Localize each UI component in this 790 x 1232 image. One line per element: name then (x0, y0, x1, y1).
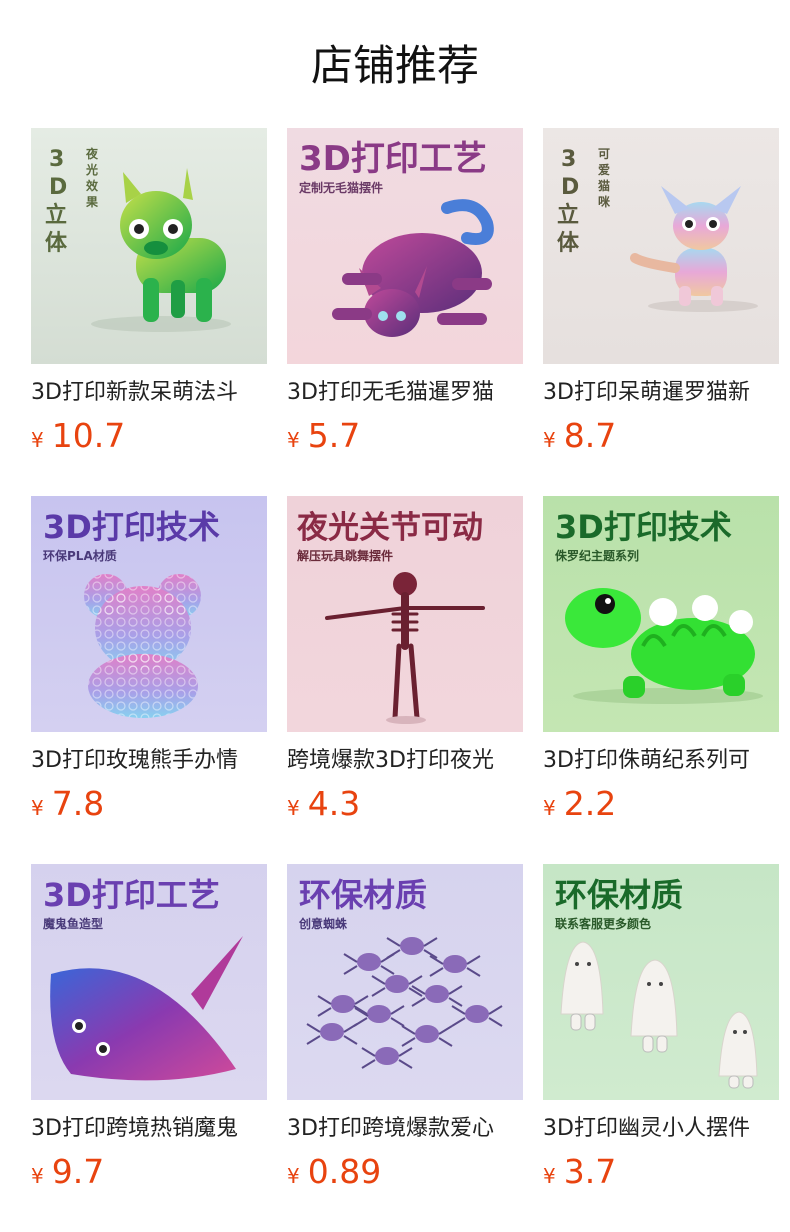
svg-text:光: 光 (85, 162, 98, 177)
product-image[interactable]: 夜光关节可动 解压玩具跳舞摆件 (287, 496, 523, 732)
product-price: ¥8.7 (543, 416, 616, 456)
svg-text:环保材质: 环保材质 (555, 876, 683, 914)
product-name[interactable]: 3D打印新款呆萌法斗 (31, 376, 267, 410)
svg-text:D: D (561, 175, 579, 200)
svg-text:3D打印工艺: 3D打印工艺 (43, 876, 220, 914)
price-value: 2.2 (563, 784, 617, 823)
svg-text:3D打印技术: 3D打印技术 (555, 508, 732, 546)
currency-symbol: ¥ (31, 428, 44, 452)
price-value: 4.3 (307, 784, 361, 823)
svg-text:侏罗纪主题系列: 侏罗纪主题系列 (555, 548, 639, 563)
currency-symbol: ¥ (543, 428, 556, 452)
product-image[interactable]: 环保材质 联系客服更多颜色 (543, 864, 779, 1100)
product-image[interactable]: 3 D 立 体 可 爱 猫 咪 (543, 128, 779, 364)
product-image[interactable]: 3D打印技术 侏罗纪主题系列 (543, 496, 779, 732)
price-value: 5.7 (307, 416, 361, 455)
product-card[interactable]: 3 D 立 体 夜 光 效 果 3D打印新款呆萌法斗 ¥ 10.7 (31, 128, 267, 455)
svg-text:环保材质: 环保材质 (299, 876, 427, 914)
svg-text:定制无毛猫摆件: 定制无毛猫摆件 (299, 180, 383, 195)
product-image[interactable]: 3D打印工艺 魔鬼鱼造型 (31, 864, 267, 1100)
svg-text:效: 效 (86, 178, 99, 193)
product-card[interactable]: 环保材质 联系客服更多颜色 3D打印幽灵小人摆件 ¥ 3.7 (543, 864, 779, 1191)
product-name[interactable]: 3D打印跨境爆款爱心 (287, 1112, 523, 1146)
currency-symbol: ¥ (287, 1164, 300, 1188)
svg-text:体: 体 (45, 231, 68, 256)
product-card[interactable]: 3 D 立 体 可 爱 猫 咪 3D打印呆萌暹罗猫新 ¥ 8.7 (543, 128, 779, 455)
product-name[interactable]: 跨境爆款3D打印夜光 (287, 744, 523, 778)
product-image[interactable]: 3 D 立 体 夜 光 效 果 (31, 128, 267, 364)
product-price: ¥10.7 (31, 416, 125, 456)
product-image[interactable]: 3D打印技术 环保PLA材质 (31, 496, 267, 732)
svg-text:爱: 爱 (598, 162, 610, 177)
svg-text:体: 体 (557, 231, 580, 256)
svg-text:D: D (49, 175, 67, 200)
product-image[interactable]: 环保材质 创意蜘蛛 (287, 864, 523, 1100)
svg-text:3D打印工艺: 3D打印工艺 (299, 139, 487, 179)
svg-text:可: 可 (598, 147, 610, 161)
product-price: ¥4.3 (287, 784, 360, 824)
svg-text:夜光关节可动: 夜光关节可动 (296, 510, 483, 546)
currency-symbol: ¥ (543, 796, 556, 820)
price-value: 0.89 (307, 1152, 382, 1191)
product-price: ¥7.8 (31, 784, 104, 824)
product-name[interactable]: 3D打印无毛猫暹罗猫 (287, 376, 523, 410)
svg-text:解压玩具跳舞摆件: 解压玩具跳舞摆件 (297, 548, 393, 563)
svg-text:果: 果 (85, 195, 98, 209)
price-value: 3.7 (563, 1152, 617, 1191)
product-card[interactable]: 夜光关节可动 解压玩具跳舞摆件 跨境爆款3D打印夜光 ¥4.3 (287, 496, 523, 823)
product-grid: 3 D 立 体 夜 光 效 果 3D打印新款呆萌法斗 ¥ 10.7 3D打印工艺… (0, 0, 790, 1232)
product-card[interactable]: 3D打印工艺 定制无毛猫摆件 3D打印无毛猫暹罗猫 ¥5.7 (287, 128, 523, 455)
product-price: ¥9.7 (31, 1152, 104, 1192)
svg-text:夜: 夜 (85, 146, 99, 161)
product-name[interactable]: 3D打印侏萌纪系列可 (543, 744, 779, 778)
svg-text:魔鬼鱼造型: 魔鬼鱼造型 (43, 916, 103, 931)
product-name[interactable]: 3D打印跨境热销魔鬼 (31, 1112, 267, 1146)
price-value: 9.7 (51, 1152, 105, 1191)
svg-text:创意蜘蛛: 创意蜘蛛 (298, 916, 348, 931)
price-value: 7.8 (51, 784, 105, 823)
svg-text:3: 3 (561, 147, 576, 172)
price-value: 10.7 (51, 416, 126, 455)
product-price: ¥3.7 (543, 1152, 616, 1192)
svg-text:咪: 咪 (598, 194, 611, 209)
svg-text:立: 立 (45, 202, 67, 228)
product-price: ¥0.89 (287, 1152, 381, 1192)
currency-symbol: ¥ (31, 1164, 44, 1188)
svg-text:环保PLA材质: 环保PLA材质 (43, 548, 117, 563)
vertical-big-text-1: 3 (49, 147, 64, 172)
currency-symbol: ¥ (31, 796, 44, 820)
product-name[interactable]: 3D打印呆萌暹罗猫新 (543, 376, 779, 410)
svg-text:猫: 猫 (598, 178, 610, 193)
product-card[interactable]: 3D打印技术 环保PLA材质 3D打印玫瑰熊手办情 ¥7.8 (31, 496, 267, 823)
svg-text:3D打印技术: 3D打印技术 (43, 508, 220, 546)
product-card[interactable]: 环保材质 创意蜘蛛 3D打印跨境爆款爱心 ¥ 0.89 (287, 864, 523, 1191)
currency-symbol: ¥ (543, 1164, 556, 1188)
product-card[interactable]: 3D打印工艺 魔鬼鱼造型 3D打印跨境热销魔鬼 ¥9.7 (31, 864, 267, 1191)
product-price: ¥5.7 (287, 416, 360, 456)
product-name[interactable]: 3D打印幽灵小人摆件 (543, 1112, 779, 1146)
svg-text:立: 立 (557, 202, 579, 228)
product-image[interactable]: 3D打印工艺 定制无毛猫摆件 (287, 128, 523, 364)
currency-symbol: ¥ (287, 428, 300, 452)
svg-text:联系客服更多颜色: 联系客服更多颜色 (555, 916, 651, 931)
product-price: ¥2.2 (543, 784, 616, 824)
currency-symbol: ¥ (287, 796, 300, 820)
product-card[interactable]: 3D打印技术 侏罗纪主题系列 3D打印侏萌纪系列可 ¥2.2 (543, 496, 779, 823)
price-value: 8.7 (563, 416, 617, 455)
product-name[interactable]: 3D打印玫瑰熊手办情 (31, 744, 267, 778)
